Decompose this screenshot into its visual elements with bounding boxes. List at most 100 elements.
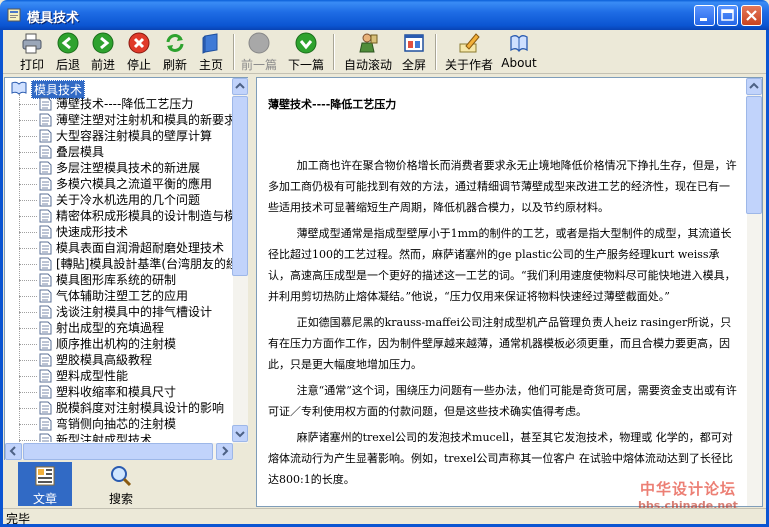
article-scroll-thumb[interactable] xyxy=(746,96,762,214)
maximize-icon xyxy=(718,6,737,25)
tree-item[interactable]: 顺序推出机构的注射模 xyxy=(19,336,233,352)
tree-vertical-scrollbar[interactable] xyxy=(232,78,248,443)
minimize-button[interactable] xyxy=(694,5,715,26)
tree-item[interactable]: 脱模斜度对注射模具设计的影响 xyxy=(19,400,233,416)
home-button[interactable]: 主页 xyxy=(196,32,226,72)
document-icon xyxy=(39,417,52,431)
article-scroll-up-button[interactable] xyxy=(746,78,762,95)
autoscroll-person-icon xyxy=(359,33,378,53)
hscroll-thumb[interactable] xyxy=(23,443,213,460)
tree-item[interactable]: 多模穴模具之流道平衡的應用 xyxy=(19,176,233,192)
document-icon xyxy=(39,273,52,287)
refresh-button[interactable]: 刷新 xyxy=(160,32,190,72)
about-button[interactable]: About xyxy=(501,32,537,72)
scroll-up-button[interactable] xyxy=(232,78,248,95)
tab-search[interactable]: 搜索 xyxy=(94,462,148,506)
article-paragraph: 注意“通常”这个词，围绕压力问题有一些办法，他们可能是奇货可居，需要资金支出或有… xyxy=(268,384,737,418)
tree-item[interactable]: 精密体积成形模具的设计制造与模 xyxy=(19,208,233,224)
tree-item[interactable]: 浅谈注射模具中的排气槽设计 xyxy=(19,304,233,320)
tree-item[interactable]: 塑胶模具高級教程 xyxy=(19,352,233,368)
article-vertical-scrollbar[interactable] xyxy=(746,78,762,506)
tree-item-label: 叠层模具 xyxy=(56,145,105,159)
stop-icon xyxy=(128,32,150,54)
panel-tabs: 文章 搜索 xyxy=(4,460,248,508)
tree-item[interactable]: 多层注塑模具技术的新进展 xyxy=(19,160,233,176)
article-view: 薄壁技术----降低工艺压力 加工商也许在聚合物价格增长而消费者要求永无止境地降… xyxy=(256,77,763,507)
next-article-button[interactable]: 下一篇 xyxy=(286,32,326,72)
back-button[interactable]: 后退 xyxy=(53,32,83,72)
document-icon xyxy=(39,209,52,223)
scroll-down-button[interactable] xyxy=(232,425,248,442)
open-book-icon xyxy=(11,81,27,95)
tree-item-label: 薄壁注塑对注射机和模具的新要求 xyxy=(56,113,233,127)
app-book-icon xyxy=(7,8,21,22)
minimize-icon xyxy=(695,6,714,25)
tree-item-label: 快速成形技术 xyxy=(56,225,129,239)
tree-item[interactable]: 弯销侧向抽芯的注射模 xyxy=(19,416,233,432)
scroll-right-button[interactable] xyxy=(216,443,233,460)
fullscreen-button[interactable]: 全屏 xyxy=(399,32,429,72)
scroll-thumb[interactable] xyxy=(232,96,248,276)
article-paragraph: 加工商也许在聚合物价格增长而消费者要求永无止境地降低价格情况下挣扎生存，但是，许… xyxy=(268,159,737,214)
tree-item-label: [轉貼]模具設計基準(台湾朋友的經 xyxy=(56,257,233,271)
tab-article[interactable]: 文章 xyxy=(18,462,72,506)
tree-branch-line xyxy=(19,168,37,169)
status-text: 完毕 xyxy=(6,512,31,526)
document-icon xyxy=(39,145,52,159)
tree-item[interactable]: 薄壁技术----降低工艺压力 xyxy=(19,96,233,112)
magnifier-icon xyxy=(111,466,132,487)
tree-item[interactable]: 模具图形库系统的研制 xyxy=(19,272,233,288)
tree-item[interactable]: 薄壁注塑对注射机和模具的新要求 xyxy=(19,112,233,128)
tree-item-label: 多模穴模具之流道平衡的應用 xyxy=(56,177,213,191)
article-title: 薄壁技术----降低工艺压力 xyxy=(268,98,397,111)
tree-item-label: 脱模斜度对注射模具设计的影响 xyxy=(56,401,225,415)
close-button[interactable] xyxy=(741,5,762,26)
tree-item[interactable]: 叠层模具 xyxy=(19,144,233,160)
tree-item[interactable]: 快速成形技术 xyxy=(19,224,233,240)
tree-item[interactable]: 新型注射成型技术 xyxy=(19,432,233,442)
article-paragraph: 薄壁成型通常是指成型壁厚小于1mm的制件的工艺，或者是指大型制件的成型，其流道长… xyxy=(268,227,736,303)
print-button[interactable]: 打印 xyxy=(17,32,47,72)
title-bar[interactable]: 模具技术 xyxy=(0,0,769,30)
tree-item-label: 射出成型的充填過程 xyxy=(56,321,165,335)
tree-item[interactable]: 关于冷水机选用的几个问题 xyxy=(19,192,233,208)
scroll-left-icon xyxy=(9,446,16,456)
document-icon xyxy=(39,113,52,127)
maximize-button[interactable] xyxy=(717,5,738,26)
tree-item[interactable]: 射出成型的充填過程 xyxy=(19,320,233,336)
autoscroll-button[interactable]: 自动滚动 xyxy=(341,32,395,72)
scroll-left-button[interactable] xyxy=(5,443,22,460)
tree-item[interactable]: [轉貼]模具設計基準(台湾朋友的經 xyxy=(19,256,233,272)
tree-branch-line xyxy=(19,392,37,393)
document-icon xyxy=(39,177,52,191)
document-icon xyxy=(39,321,52,335)
tree-item-label: 大型容器注射模具的壁厚计算 xyxy=(56,129,213,143)
forward-button[interactable]: 前进 xyxy=(88,32,118,72)
stop-button[interactable]: 停止 xyxy=(124,32,154,72)
tree-item[interactable]: 塑料收缩率和模具尺寸 xyxy=(19,384,233,400)
toolbar-separator xyxy=(233,34,235,70)
document-icon xyxy=(39,225,52,239)
tree-horizontal-scrollbar[interactable] xyxy=(5,443,233,460)
tree-branch-line xyxy=(19,312,37,313)
tree-item-label: 塑料收缩率和模具尺寸 xyxy=(56,385,177,399)
printer-icon xyxy=(22,33,42,54)
article-content: 薄壁技术----降低工艺压力 加工商也许在聚合物价格增长而消费者要求永无止境地降… xyxy=(268,94,738,495)
tree-item[interactable]: 大型容器注射模具的壁厚计算 xyxy=(19,128,233,144)
article-tree-panel: 模具技术 薄壁技术----降低工艺压力 薄壁注塑对注射机和模具的新要求 大型容器注射… xyxy=(4,77,248,460)
tree-item-label: 塑料成型性能 xyxy=(56,369,129,383)
tree-item[interactable]: 塑料成型性能 xyxy=(19,368,233,384)
scroll-right-icon xyxy=(222,446,229,456)
tree-branch-line xyxy=(19,376,37,377)
document-icon xyxy=(39,161,52,175)
tree-branch-line xyxy=(19,120,37,121)
document-icon xyxy=(39,241,52,255)
document-icon xyxy=(39,433,52,442)
tree-item-label: 新型注射成型技术 xyxy=(56,433,153,442)
prev-article-button[interactable]: 前一篇 xyxy=(239,32,279,72)
tree-item[interactable]: 模具表面自润滑超耐磨处理技术 xyxy=(19,240,233,256)
tree-item[interactable]: 气体辅助注塑工艺的应用 xyxy=(19,288,233,304)
about-author-button[interactable]: 关于作者 xyxy=(442,32,496,72)
tree-item-label: 气体辅助注塑工艺的应用 xyxy=(56,289,189,303)
document-icon xyxy=(39,369,52,383)
